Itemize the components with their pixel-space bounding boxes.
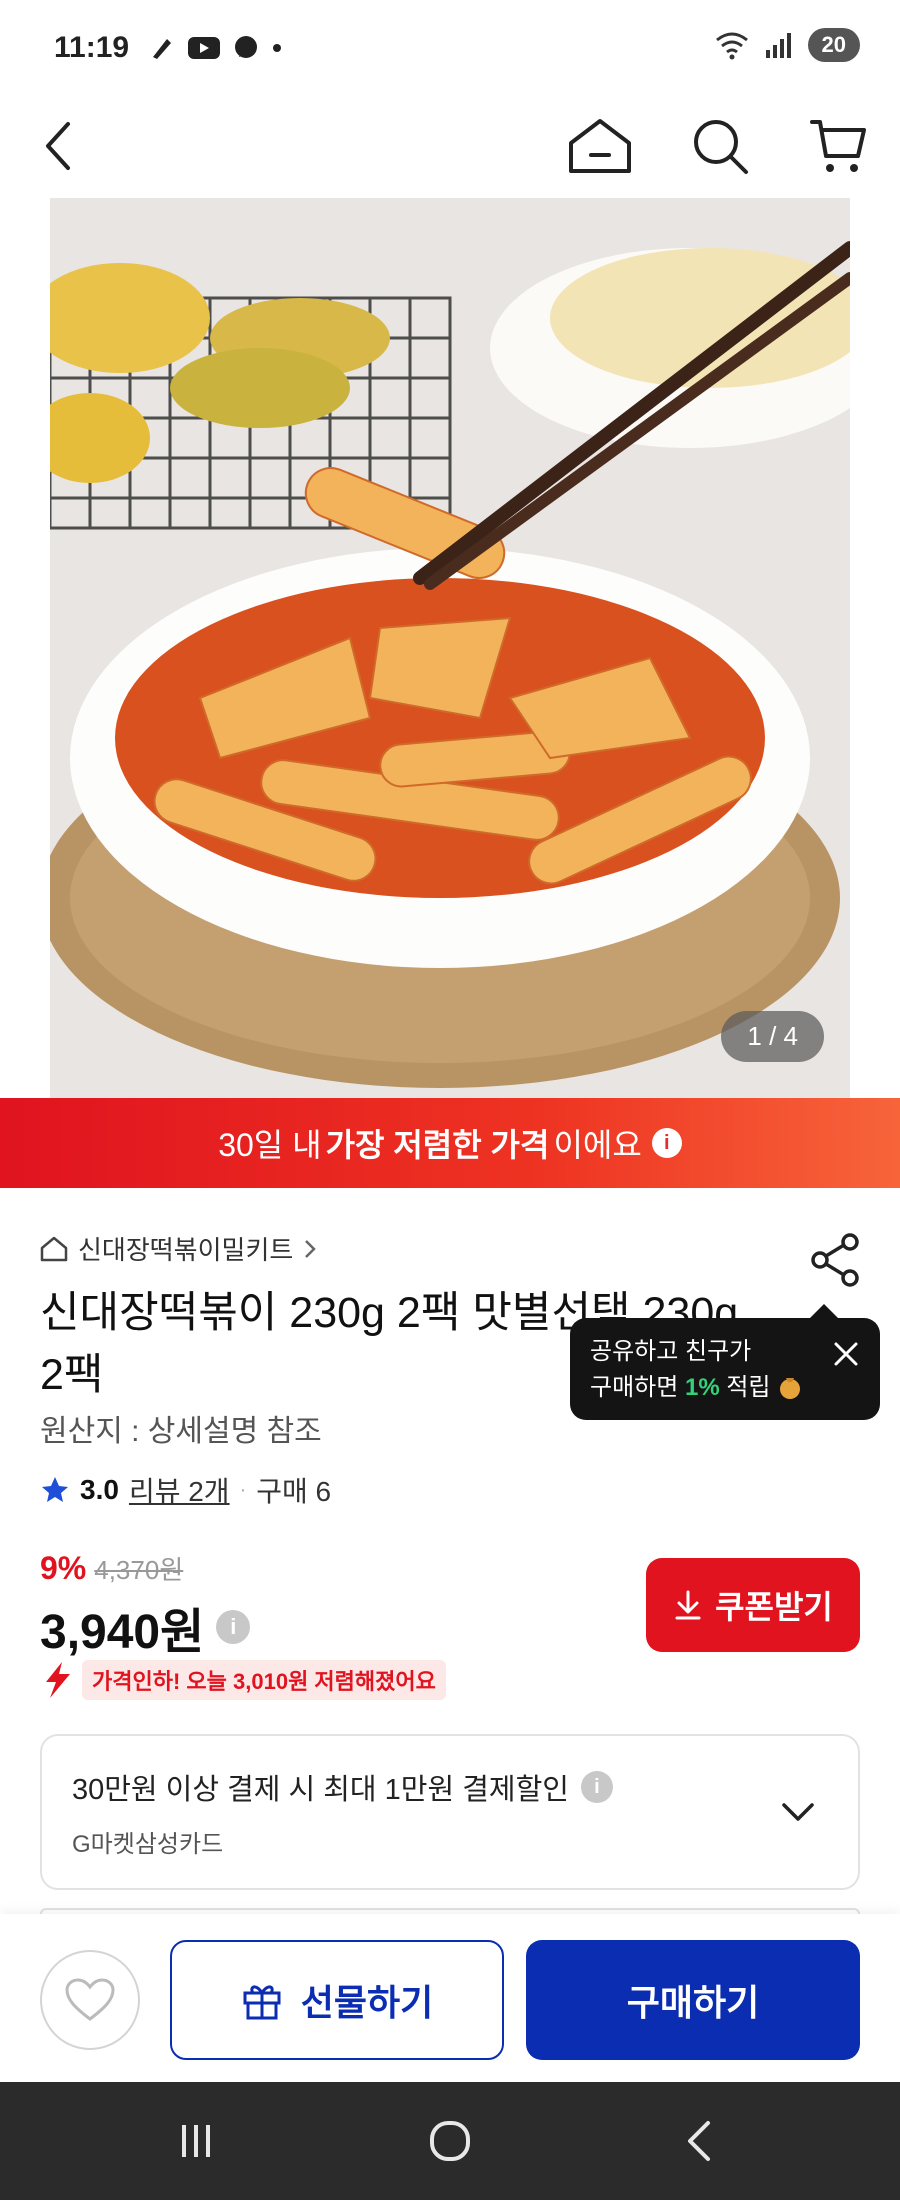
- purchase-count: 구매 6: [256, 1476, 332, 1507]
- system-nav-bar: [0, 2082, 900, 2200]
- share-button[interactable]: [808, 1232, 864, 1288]
- money-bag-icon: [780, 1378, 801, 1399]
- pen-icon: [153, 39, 172, 59]
- image-pager: 1 / 4: [721, 1011, 824, 1062]
- price-drop-notice: 가격인하! 오늘 3,010원 저렴해졌어요: [40, 1660, 446, 1700]
- banner-highlight: 가장 저렴한 가격: [325, 1127, 550, 1163]
- wifi-icon: [715, 32, 748, 60]
- price-row: 3,940원 i: [40, 1592, 251, 1662]
- back-nav-button[interactable]: [670, 2116, 730, 2166]
- product-origin: 원산지 : 상세설명 참조: [40, 1415, 322, 1448]
- back-button[interactable]: [22, 108, 98, 184]
- lowest-price-banner[interactable]: 30일 내 가장 저렴한 가격 이에요 i: [0, 1098, 900, 1188]
- home-nav-button[interactable]: [420, 2116, 480, 2166]
- lightning-icon: [46, 1662, 70, 1698]
- sale-price: 3,940원: [40, 1606, 205, 1659]
- home-outline-icon: [40, 1236, 68, 1261]
- status-time: 11:19: [54, 31, 130, 64]
- gift-label: 선물하기: [300, 1982, 434, 2023]
- payment-title: 30만원 이상 결제 시 최대 1만원 결제할인: [72, 1774, 569, 1806]
- payment-expand[interactable]: [778, 1792, 818, 1832]
- rating-score: 3.0: [80, 1474, 119, 1505]
- chevron-left-icon: [46, 122, 70, 170]
- tooltip-line2-post: 적립: [719, 1374, 771, 1401]
- top-nav: [0, 96, 900, 196]
- battery-indicator: 20: [807, 28, 860, 62]
- tooltip-line2: 구매하면 1% 적립: [590, 1370, 860, 1406]
- price-drop-text: 오늘 3,010원 저렴해졌어요: [186, 1669, 436, 1694]
- heart-icon: [65, 1978, 115, 2021]
- recent-apps-icon: [182, 2125, 210, 2157]
- buy-label: 구매하기: [626, 1982, 760, 2023]
- separator-dot: ·: [239, 1478, 247, 1501]
- status-right: 20: [714, 28, 860, 62]
- category-breadcrumb[interactable]: 신대장떡볶이밀키트: [40, 1230, 317, 1267]
- youtube-icon: [188, 37, 221, 59]
- gift-button[interactable]: 선물하기: [170, 1940, 504, 2060]
- recent-apps-button[interactable]: [166, 2116, 226, 2166]
- discount-row: 9% 4,370원: [40, 1550, 183, 1587]
- home-circle-icon: [430, 2121, 470, 2161]
- chat-icon: [235, 36, 258, 58]
- original-price: 4,370원: [94, 1555, 184, 1585]
- cart-icon: [810, 120, 866, 172]
- coupon-label: 쿠폰받기: [715, 1589, 833, 1625]
- share-icon: [811, 1233, 859, 1287]
- price-drop-pill: 가격인하! 오늘 3,010원 저렴해졌어요: [82, 1660, 446, 1700]
- status-bar: 11:19 20: [0, 0, 900, 96]
- coupon-button[interactable]: 쿠폰받기: [646, 1558, 860, 1652]
- close-icon: [834, 1342, 858, 1366]
- review-link[interactable]: 리뷰 2개: [129, 1470, 230, 1510]
- download-icon: [675, 1590, 701, 1620]
- notification-icons: [147, 33, 283, 63]
- search-icon: [694, 120, 748, 174]
- price-drop-label: 가격인하!: [92, 1669, 181, 1694]
- search-button[interactable]: [682, 108, 758, 184]
- price-info-icon[interactable]: i: [216, 1610, 251, 1644]
- tooltip-line2-pre: 구매하면: [590, 1374, 685, 1401]
- banner-prefix: 30일 내: [218, 1127, 322, 1163]
- wishlist-button[interactable]: [40, 1950, 140, 2050]
- chevron-right-icon: [305, 1239, 317, 1258]
- home-button[interactable]: [562, 108, 638, 184]
- gift-icon: [243, 1985, 281, 2020]
- tteokbokki-illustration: [50, 198, 850, 1098]
- payment-discount-card[interactable]: 30만원 이상 결제 시 최대 1만원 결제할인 i G마켓삼성카드: [40, 1734, 860, 1890]
- buy-button[interactable]: 구매하기: [526, 1940, 860, 2060]
- payment-card-name: G마켓삼성카드: [72, 1831, 224, 1858]
- star-icon: [42, 1477, 68, 1502]
- bottom-action-bar: 선물하기 구매하기: [0, 1914, 900, 2082]
- payment-info-icon[interactable]: i: [580, 1771, 613, 1803]
- signal-icon: [765, 33, 791, 58]
- cart-button[interactable]: [800, 108, 876, 184]
- tooltip-line1: 공유하고 친구가: [590, 1338, 752, 1365]
- tooltip-close-button[interactable]: [830, 1338, 862, 1370]
- product-image[interactable]: 1 / 4: [50, 198, 850, 1098]
- back-arrow-icon: [688, 2121, 710, 2161]
- banner-suffix: 이에요: [553, 1127, 642, 1163]
- home-icon: [569, 119, 631, 173]
- dot-icon: [273, 44, 282, 52]
- tooltip-percent: 1%: [685, 1374, 720, 1401]
- category-label: 신대장떡볶이밀키트: [78, 1235, 294, 1265]
- discount-rate: 9%: [40, 1550, 87, 1586]
- share-tooltip: 공유하고 친구가 구매하면 1% 적립: [570, 1304, 880, 1420]
- payment-title-row: 30만원 이상 결제 시 최대 1만원 결제할인 i: [72, 1766, 828, 1808]
- chevron-down-icon: [782, 1803, 814, 1821]
- info-icon[interactable]: i: [651, 1128, 682, 1158]
- rating-row: 3.0 리뷰 2개 · 구매 6: [40, 1470, 331, 1510]
